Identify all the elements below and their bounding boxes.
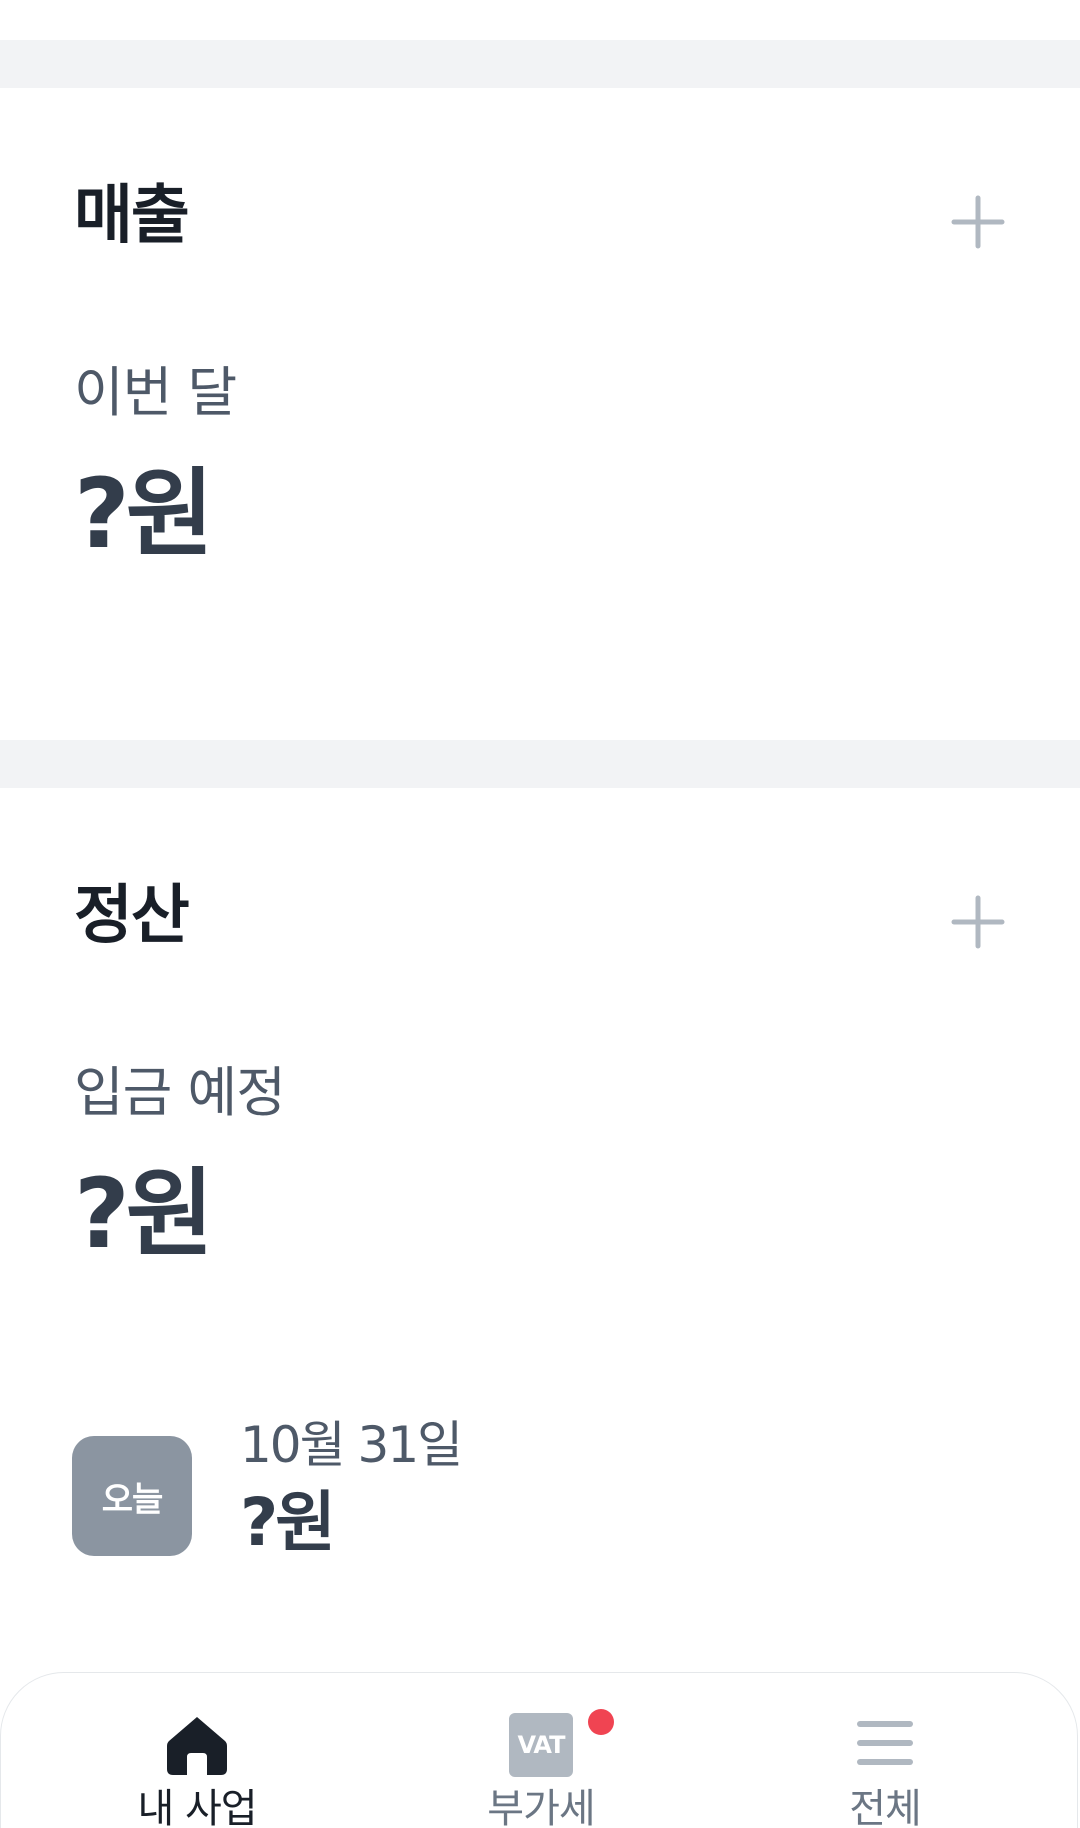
vat-icon-text: VAT	[509, 1713, 573, 1777]
nav-item-all[interactable]: 전체	[775, 1693, 995, 1828]
nav-label-my-business: 내 사업	[137, 1786, 257, 1828]
sales-amount: ?원	[74, 458, 214, 570]
vat-icon: VAT	[509, 1713, 573, 1777]
sales-period-label: 이번 달	[74, 361, 237, 424]
settlement-title: 정산	[74, 879, 190, 953]
business-home-screen: 매출 이번 달 ?원 정산 입금 예정 ?원 오늘 10월 31일 ?원 내 사…	[0, 0, 1080, 1828]
nav-item-my-business[interactable]: 내 사업	[87, 1693, 307, 1828]
settlement-expected-label: 입금 예정	[74, 1061, 286, 1124]
home-icon	[167, 1717, 227, 1775]
today-date: 10월 31일	[240, 1416, 463, 1474]
settlement-amount: ?원	[74, 1158, 214, 1270]
today-amount: ?원	[240, 1484, 336, 1561]
sales-title: 매출	[74, 179, 190, 253]
today-badge: 오늘	[72, 1436, 192, 1556]
sales-add-button[interactable]	[950, 194, 1006, 250]
plus-icon	[951, 195, 1005, 249]
bottom-navigation: 내 사업 VAT 부가세 전체	[0, 1672, 1078, 1828]
section-divider	[0, 40, 1080, 88]
section-divider	[0, 740, 1080, 788]
today-settlement-item[interactable]: 오늘 10월 31일 ?원	[72, 1420, 972, 1560]
nav-label-vat: 부가세	[487, 1786, 595, 1828]
nav-label-all: 전체	[849, 1786, 922, 1828]
menu-icon	[857, 1721, 913, 1765]
plus-icon	[951, 895, 1005, 949]
sales-card[interactable]: 매출 이번 달 ?원	[0, 88, 1080, 740]
notification-dot	[588, 1709, 614, 1735]
nav-item-vat[interactable]: VAT 부가세	[431, 1693, 651, 1828]
settlement-add-button[interactable]	[950, 894, 1006, 950]
